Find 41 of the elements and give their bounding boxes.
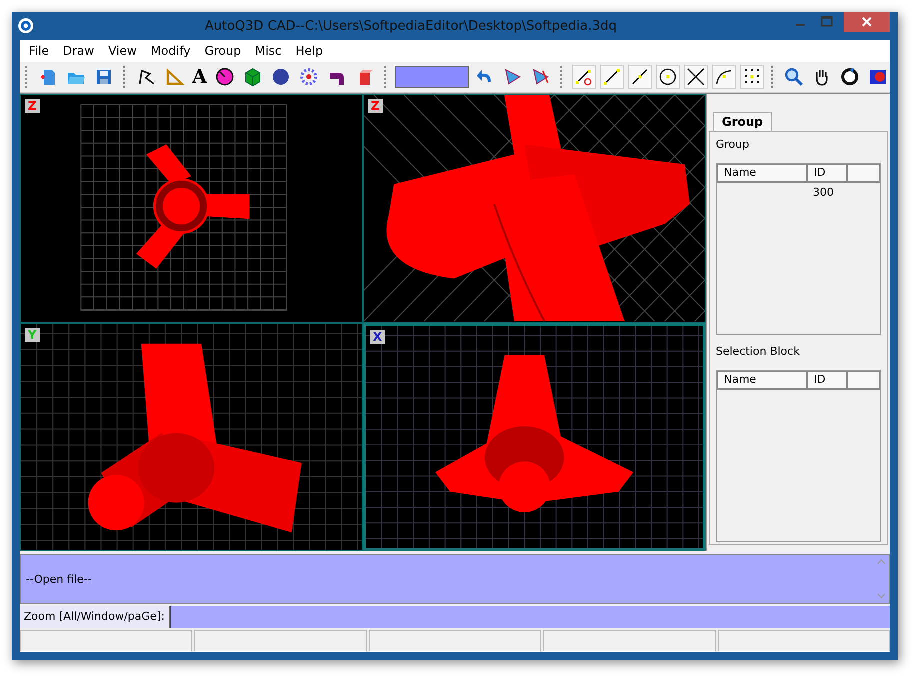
column-header[interactable]: ID (807, 164, 847, 182)
toolbar-grip[interactable] (25, 66, 30, 88)
arc-icon[interactable] (712, 65, 736, 89)
menu-item[interactable]: View (101, 44, 144, 58)
close-icon[interactable] (844, 12, 890, 32)
circle-point-icon[interactable] (656, 65, 680, 89)
axis-label: Z (25, 99, 40, 113)
column-header[interactable]: ID (807, 371, 847, 389)
toolbar-grip[interactable] (123, 66, 128, 88)
color-swatch[interactable] (395, 66, 470, 88)
column-header[interactable] (847, 164, 880, 182)
line-node-icon[interactable] (572, 65, 596, 89)
menu-item[interactable]: Draw (56, 44, 102, 58)
window-title: AutoQ3D CAD--C:\Users\SoftpediaEditor\Desktop\Softpedia.3dq (204, 18, 618, 34)
section-label: Selection Block (716, 345, 801, 358)
viewport[interactable]: X (363, 322, 706, 551)
menu-item[interactable]: Help (288, 44, 330, 58)
table-cell-text: 300 (813, 186, 835, 199)
column-header[interactable]: Name (717, 371, 807, 389)
command-text: --Open file-- (25, 572, 93, 586)
menu-item[interactable]: Group (198, 44, 248, 58)
menu-item[interactable]: File (22, 44, 56, 58)
axis-label: Z (368, 99, 383, 113)
column-header[interactable] (847, 371, 880, 389)
app-logo-icon (18, 18, 34, 34)
menu-item[interactable]: Modify (144, 44, 198, 58)
cross-icon[interactable] (684, 65, 708, 89)
section-label: Group (716, 138, 750, 151)
axis-label: X (370, 330, 386, 344)
toolbar-grip[interactable] (770, 66, 776, 88)
toolbar-grip[interactable] (560, 66, 565, 88)
column-header[interactable]: Name (717, 164, 807, 182)
command-input[interactable] (170, 606, 890, 628)
menu-item[interactable]: Misc (248, 44, 289, 58)
toolbar-grip[interactable] (384, 66, 388, 88)
prompt-label: Zoom [All/Window/paGe]: (20, 606, 170, 628)
axis-label: Y (25, 328, 40, 342)
segment-icon[interactable] (628, 65, 652, 89)
text-tool-button[interactable]: A (190, 66, 209, 88)
dotted-grid-icon[interactable] (740, 65, 764, 89)
panel-tab[interactable]: Group (713, 112, 772, 131)
